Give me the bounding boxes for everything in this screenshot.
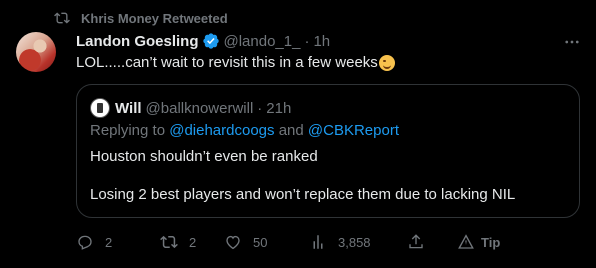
tweet-header: Landon Goesling @lando_1_ · 1h (76, 31, 330, 51)
author-avatar[interactable] (16, 32, 56, 72)
like-count: 50 (253, 234, 268, 250)
separator-dot: · (304, 32, 310, 50)
like-button[interactable]: 50 (224, 232, 267, 252)
author-handle[interactable]: @lando_1_ (224, 33, 301, 50)
view-count: 3,858 (338, 234, 371, 250)
quoted-author-handle: @ballknowerwill (145, 99, 254, 117)
tweet-text: LOL.....can’t wait to revisit this in a … (76, 53, 395, 73)
winking-face-emoji-icon (378, 55, 395, 71)
tweet-body: LOL.....can’t wait to revisit this in a … (76, 54, 378, 71)
quoted-tweet-header: Will @ballknowerwill · 21h (115, 98, 291, 118)
action-bar: 2 2 50 3,858 Tip (76, 232, 580, 252)
tweet-timestamp[interactable]: 1h (313, 33, 330, 50)
replying-to-line: Replying to @diehardcoogs and @CBKReport (90, 122, 399, 139)
verified-badge-icon (202, 33, 219, 49)
quoted-separator-dot: · (257, 99, 263, 117)
quoted-author-name: Will (115, 99, 142, 117)
quoted-tweet[interactable]: Will @ballknowerwill · 21h Replying to @… (76, 84, 580, 218)
heart-icon (226, 235, 240, 250)
retweet-icon (54, 12, 70, 24)
share-icon (409, 234, 423, 249)
replying-to-and: and (278, 122, 304, 139)
retweet-label: Khris Money Retweeted (81, 10, 228, 26)
quoted-text-line-2: Losing 2 best players and won’t replace … (90, 186, 516, 203)
tip-label: Tip (481, 234, 501, 250)
more-icon (565, 40, 579, 44)
quoted-text-line-1: Houston shouldn’t even be ranked (90, 148, 318, 165)
share-button[interactable] (407, 232, 425, 252)
quoted-timestamp: 21h (266, 99, 292, 117)
reply-button[interactable]: 2 (76, 232, 112, 252)
retweet-button[interactable]: 2 (160, 232, 196, 252)
reply-mention-diehardcoogs[interactable]: @diehardcoogs (169, 122, 274, 139)
views-button[interactable]: 3,858 (309, 232, 371, 252)
reply-count: 2 (105, 234, 113, 250)
tip-icon (458, 234, 474, 249)
retweet-action-icon (160, 235, 178, 249)
author-name[interactable]: Landon Goesling (76, 33, 199, 50)
analytics-icon (313, 235, 323, 249)
reply-icon (78, 235, 92, 250)
retweet-indicator[interactable]: Khris Money Retweeted (54, 10, 228, 26)
replying-to-prefix: Replying to (90, 122, 166, 139)
reply-mention-cbkreport[interactable]: @CBKReport (308, 122, 399, 139)
tip-button[interactable]: Tip (457, 232, 500, 252)
retweet-count: 2 (189, 234, 197, 250)
quoted-author-avatar[interactable] (90, 98, 110, 118)
more-options-button[interactable] (562, 32, 582, 52)
